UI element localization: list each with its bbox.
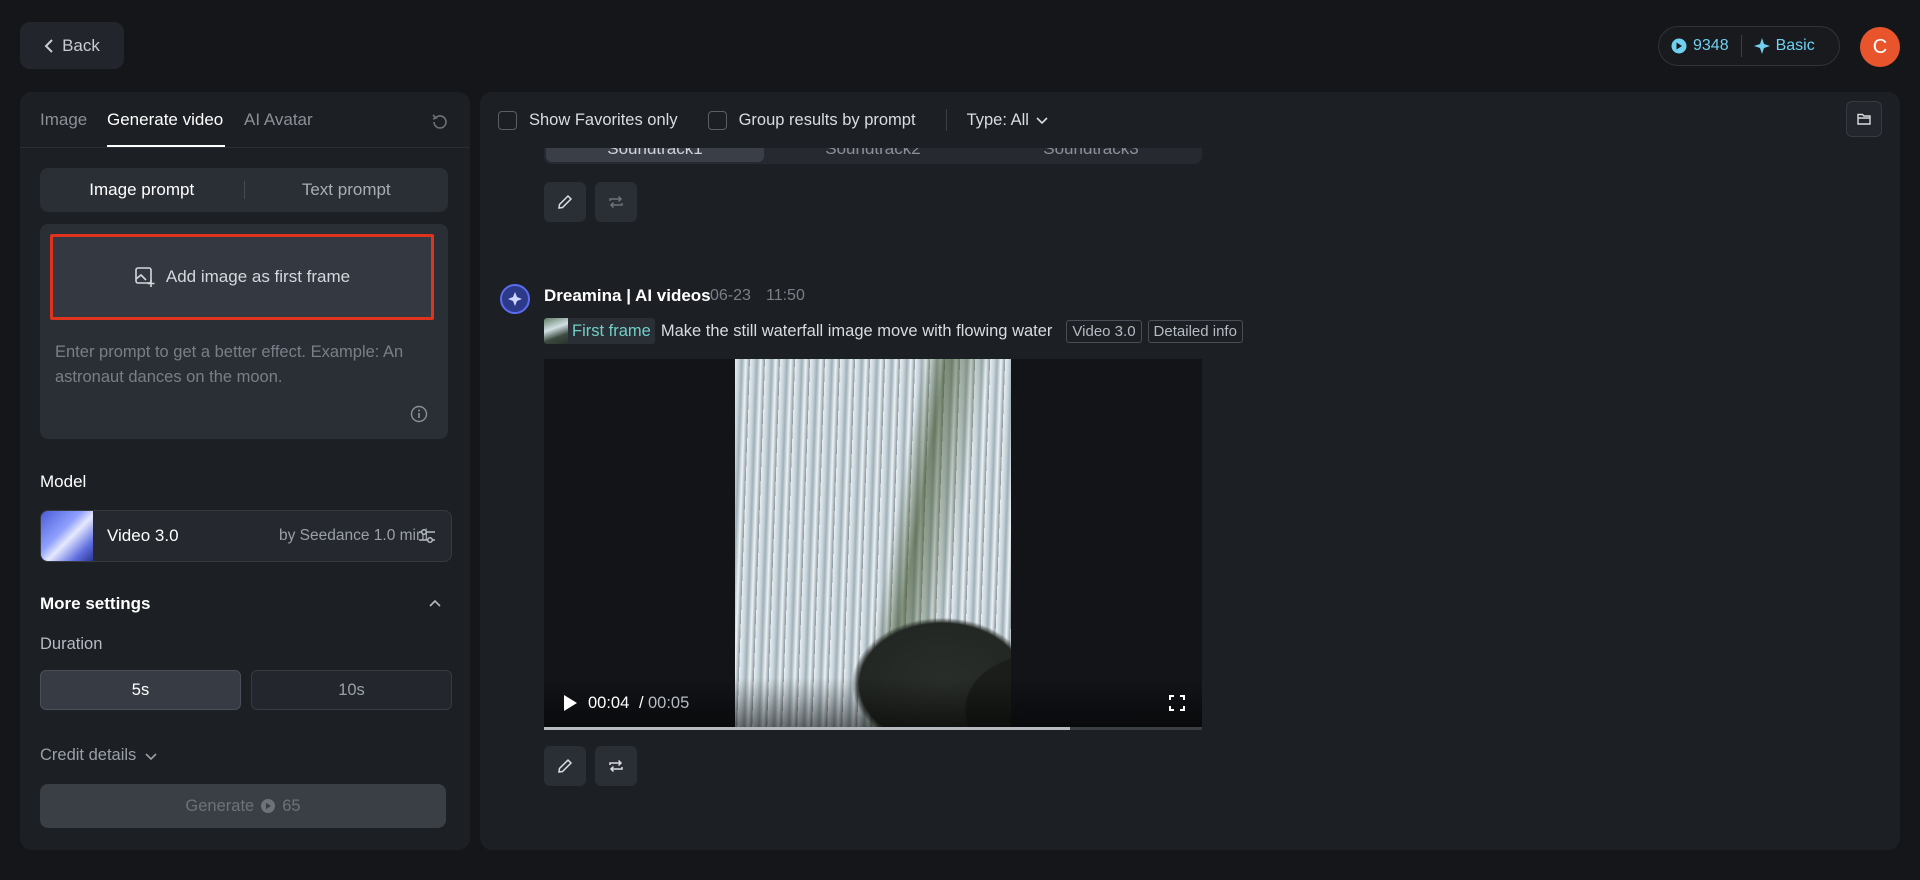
generate-button[interactable]: Generate 65 [40,784,446,828]
dreamina-logo-icon [500,284,530,314]
tab-image[interactable]: Image [40,110,87,130]
reset-icon[interactable] [430,112,450,132]
play-icon[interactable] [562,694,578,712]
time-separator: / [639,694,644,712]
current-time: 00:04 [588,694,630,712]
model-provider: by Seedance 1.0 mini [279,527,429,544]
add-first-frame-button[interactable]: Add image as first frame [50,234,434,320]
duration-label: Duration [40,635,103,653]
video-progress-bar[interactable] [544,727,1202,730]
sliders-icon[interactable] [417,526,437,546]
image-prompt-option[interactable]: Image prompt [40,180,244,200]
type-filter-label: Type: All [966,110,1029,129]
model-name: Video 3.0 [107,526,179,545]
model-tag: Video 3.0 [1066,319,1142,343]
credit-count: 9348 [1693,37,1729,54]
video-controls: 00:04 / 00:05 [544,678,1202,730]
video-progress-fill [544,727,1071,730]
credit-icon [261,799,276,813]
message-author: Dreamina | AI videos [544,286,711,305]
back-button[interactable]: Back [20,22,124,69]
favorites-label[interactable]: Show Favorites only [529,111,678,130]
chevron-down-icon [1036,117,1048,125]
first-frame-chip[interactable]: First frame [544,318,655,344]
regenerate-button[interactable] [595,182,637,222]
prompt-input[interactable]: Enter prompt to get a better effect. Exa… [55,340,435,390]
tab-generate-video[interactable]: Generate video [107,110,223,130]
credit-details-toggle[interactable]: Credit details [40,746,158,765]
message-time: 11:50 [766,287,805,304]
duration-5s-button[interactable]: 5s [40,670,241,710]
mode-tabs: Image Generate video AI Avatar [20,92,470,148]
video-player[interactable]: 00:04 / 00:05 [544,359,1202,730]
info-icon[interactable] [410,405,428,423]
folder-icon [1857,113,1871,125]
prompt-mode-switch: Image prompt Text prompt [40,168,448,212]
detailed-info-tag[interactable]: Detailed info [1147,319,1243,343]
folder-button[interactable] [1846,101,1882,137]
active-tab-indicator [107,145,225,147]
add-image-icon [135,267,155,287]
generation-panel: Image Generate video AI Avatar Image pro… [20,92,470,850]
edit-button[interactable] [544,182,586,222]
credit-balance[interactable]: 9348 [1671,37,1729,55]
plan-badge[interactable]: Basic [1753,37,1815,55]
prompt-line: First frame Make the still waterfall ima… [544,318,1249,344]
group-by-prompt-label[interactable]: Group results by prompt [739,111,916,130]
back-label: Back [62,35,100,55]
more-settings-toggle[interactable]: More settings [40,594,151,614]
waterfall-video-frame [735,359,1011,728]
results-panel: Soundtrack1 Soundtrack2 Soundtrack3 Show… [480,92,1900,850]
favorites-checkbox[interactable] [498,110,517,130]
first-frame-thumbnail [544,318,568,344]
sparkle-icon [1753,38,1770,54]
model-thumbnail [41,511,93,561]
text-prompt-option[interactable]: Text prompt [245,180,449,200]
total-time: 00:05 [648,694,690,712]
tab-ai-avatar[interactable]: AI Avatar [244,110,313,130]
prompt-text: Make the still waterfall image move with… [660,321,1053,340]
chevron-up-icon[interactable] [428,596,442,610]
chevron-left-icon [44,38,53,53]
prompt-box: Add image as first frame Enter prompt to… [40,224,448,439]
regenerate-button[interactable] [595,746,637,786]
credit-icon [1671,38,1687,54]
avatar[interactable]: C [1860,27,1900,67]
type-filter-dropdown[interactable]: Type: All [967,111,1049,130]
credits-pill[interactable]: 9348 Basic [1658,26,1840,66]
group-by-prompt-checkbox[interactable] [707,110,727,130]
pencil-icon [558,194,573,209]
plan-label: Basic [1775,37,1815,54]
add-frame-label: Add image as first frame [165,267,351,286]
duration-10s-button[interactable]: 10s [251,670,452,710]
repeat-icon [609,195,623,209]
edit-button[interactable] [544,746,586,786]
generate-label: Generate [185,796,255,815]
message-date: 06-23 [710,287,751,304]
pencil-icon [558,758,573,773]
credit-details-label: Credit details [40,746,137,764]
chevron-down-icon [145,752,157,760]
first-frame-label: First frame [572,321,651,340]
filter-bar: Show Favorites only Group results by pro… [480,92,1900,148]
model-selector[interactable]: Video 3.0 by Seedance 1.0 mini [40,510,452,562]
fullscreen-icon[interactable] [1168,694,1186,712]
generate-cost: 65 [282,796,301,815]
model-label: Model [40,472,87,491]
repeat-icon [609,759,623,773]
